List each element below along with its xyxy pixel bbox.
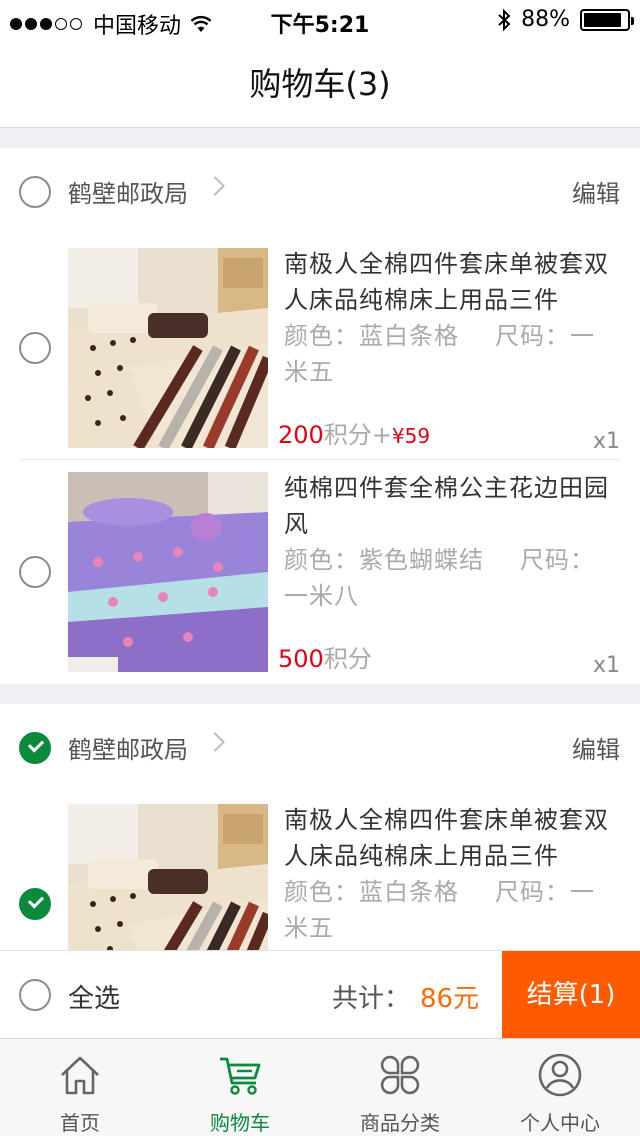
page-title: 购物车(3) xyxy=(249,65,391,103)
status-bar: 中国移动 下午5:21 88% xyxy=(0,0,640,40)
product-price: 500积分 xyxy=(278,639,372,674)
cart-item[interactable]: 南极人全棉四件套床单被套双人床品纯棉床上用品三件 颜色：蓝白条格 尺码：一米五 2… xyxy=(0,236,640,460)
product-spec: 颜色：紫色蝴蝶结 尺码：一米八 xyxy=(284,542,614,614)
battery-icon xyxy=(580,8,634,31)
cart-icon xyxy=(220,1057,261,1095)
tab-cart[interactable]: 购物车 xyxy=(160,1039,320,1136)
chevron-right-icon[interactable] xyxy=(205,732,225,752)
tab-home[interactable]: 首页 xyxy=(0,1039,160,1136)
cart-item[interactable]: 纯棉四件套全棉公主花边田园风 颜色：紫色蝴蝶结 尺码：一米八 500积分 x1 xyxy=(0,460,640,684)
item-checkbox[interactable] xyxy=(19,332,51,364)
chevron-right-icon[interactable] xyxy=(205,176,225,196)
tab-label: 个人中心 xyxy=(520,1111,600,1135)
cart-item[interactable]: 南极人全棉四件套床单被套双人床品纯棉床上用品三件 颜色：蓝白条格 尺码：一米五 xyxy=(0,792,640,950)
select-all-label[interactable]: 全选 xyxy=(68,978,120,1015)
product-spec: 颜色：蓝白条格 尺码：一米五 xyxy=(284,874,614,946)
total-label: 共计： xyxy=(332,984,411,1014)
product-title[interactable]: 纯棉四件套全棉公主花边田园风 xyxy=(284,470,614,542)
quantity: x1 xyxy=(592,653,620,678)
checkout-button[interactable]: 结算(1) xyxy=(502,951,640,1039)
product-spec: 颜色：蓝白条格 尺码：一米五 xyxy=(284,318,614,390)
shop-name[interactable]: 鹤壁邮政局 xyxy=(68,730,188,765)
battery-level xyxy=(584,12,621,27)
category-icon xyxy=(380,1055,420,1095)
product-price: 200积分+¥59 xyxy=(278,415,430,450)
price-currency: ¥59 xyxy=(391,424,431,448)
tab-profile[interactable]: 个人中心 xyxy=(480,1039,640,1136)
points-unit: 积分 xyxy=(323,421,372,449)
shop-header: 鹤壁邮政局 编辑 xyxy=(0,704,640,792)
total-value: 86元 xyxy=(420,984,480,1014)
product-image[interactable] xyxy=(68,248,268,448)
user-icon xyxy=(538,1053,582,1097)
navigation-bar: 购物车(3) xyxy=(0,40,640,128)
edit-button[interactable]: 编辑 xyxy=(572,174,620,209)
item-checkbox[interactable] xyxy=(19,556,51,588)
item-checkbox[interactable] xyxy=(19,888,51,920)
color-spec: 颜色：蓝白条格 xyxy=(284,322,459,350)
tab-category[interactable]: 商品分类 xyxy=(320,1039,480,1136)
product-title[interactable]: 南极人全棉四件套床单被套双人床品纯棉床上用品三件 xyxy=(284,802,614,874)
price-points: 500 xyxy=(278,645,324,673)
product-image[interactable] xyxy=(68,804,268,950)
select-all-checkbox[interactable] xyxy=(19,979,51,1011)
battery-percent: 88% xyxy=(521,7,570,32)
checkout-bar: 全选 共计： 86元 结算(1) xyxy=(0,950,640,1039)
bluetooth-icon xyxy=(498,8,511,31)
price-plus: + xyxy=(371,421,392,449)
tab-label: 商品分类 xyxy=(360,1111,440,1135)
price-points: 200 xyxy=(278,421,324,449)
edit-button[interactable]: 编辑 xyxy=(572,730,620,765)
quantity: x1 xyxy=(592,429,620,454)
shop-checkbox[interactable] xyxy=(19,732,51,764)
product-image[interactable] xyxy=(68,472,268,672)
cart-list[interactable]: 鹤壁邮政局 编辑 南极人全棉四件套床单被套双人床品纯棉床上用品三件 颜色：蓝白条… xyxy=(0,128,640,950)
points-unit: 积分 xyxy=(323,645,372,673)
product-title[interactable]: 南极人全棉四件套床单被套双人床品纯棉床上用品三件 xyxy=(284,246,614,318)
shop-group: 鹤壁邮政局 编辑 南极人全棉四件套床单被套双人床品纯棉床上用品三件 颜色：蓝白条… xyxy=(0,148,640,684)
shop-name[interactable]: 鹤壁邮政局 xyxy=(68,174,188,209)
tab-label: 购物车 xyxy=(210,1111,270,1135)
tab-label: 首页 xyxy=(60,1111,100,1135)
shop-checkbox[interactable] xyxy=(19,176,51,208)
color-spec: 颜色：紫色蝴蝶结 xyxy=(284,546,484,574)
home-icon xyxy=(61,1056,99,1095)
shop-group: 鹤壁邮政局 编辑 南极人全棉四件套床单被套双人床品纯棉床上用品三件 颜色：蓝白条… xyxy=(0,704,640,950)
tab-bar: 首页 购物车 商品分类 个人中心 xyxy=(0,1038,640,1136)
shop-header: 鹤壁邮政局 编辑 xyxy=(0,148,640,236)
color-spec: 颜色：蓝白条格 xyxy=(284,878,459,906)
